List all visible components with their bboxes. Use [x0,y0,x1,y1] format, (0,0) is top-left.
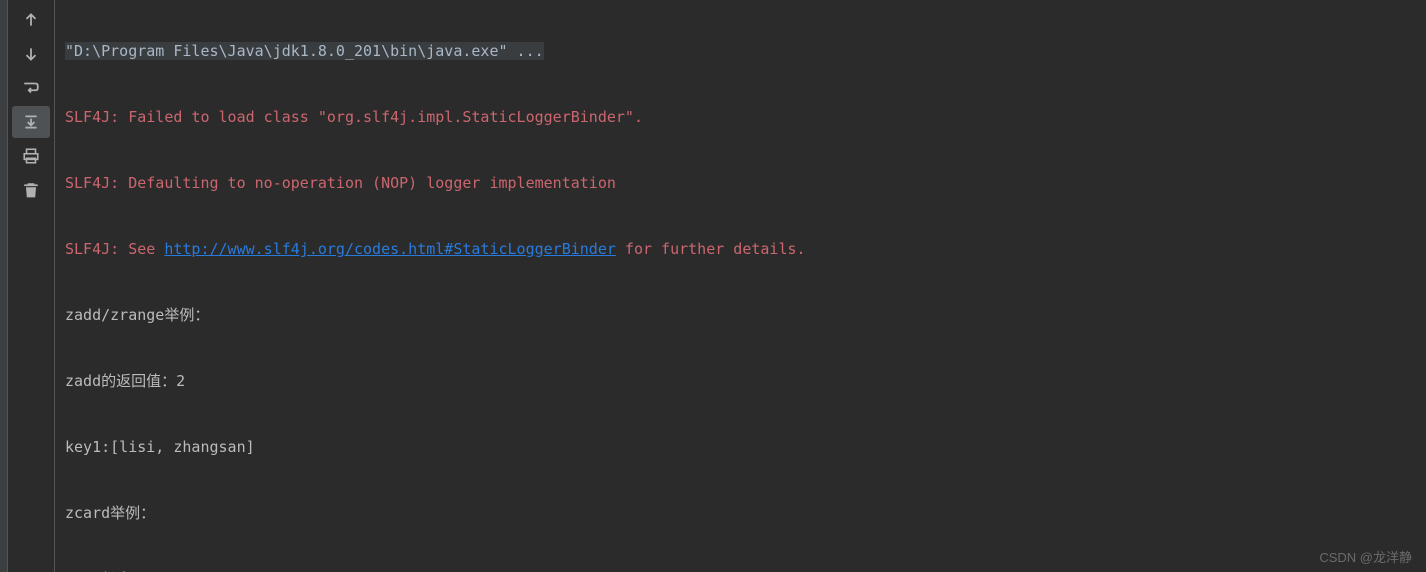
output-line: zadd/zrange举例： [65,299,1416,332]
output-line: zadd的返回值：2 [65,365,1416,398]
command-text: "D:\Program Files\Java\jdk1.8.0_201\bin\… [65,42,544,60]
output-line: key1:[lisi, zhangsan] [65,431,1416,464]
error-suffix: for further details. [616,240,806,258]
console-toolbar [8,0,54,572]
soft-wrap-icon [22,79,40,97]
slf4j-docs-link[interactable]: http://www.slf4j.org/codes.html#StaticLo… [164,240,616,258]
scroll-to-end-button[interactable] [12,106,50,138]
error-line-3: SLF4J: See http://www.slf4j.org/codes.ht… [65,233,1416,266]
soft-wrap-button[interactable] [12,72,50,104]
arrow-down-icon [22,45,40,63]
scroll-to-end-icon [22,113,40,131]
arrow-up-icon [22,11,40,29]
console-output[interactable]: "D:\Program Files\Java\jdk1.8.0_201\bin\… [55,0,1426,572]
print-icon [22,147,40,165]
left-gutter [0,0,8,572]
trash-icon [22,181,40,199]
down-button[interactable] [12,38,50,70]
clear-button[interactable] [12,174,50,206]
output-line: zcard举例： [65,497,1416,530]
up-button[interactable] [12,4,50,36]
print-button[interactable] [12,140,50,172]
watermark: CSDN @龙洋静 [1319,547,1412,566]
error-line-2: SLF4J: Defaulting to no-operation (NOP) … [65,167,1416,200]
output-line: key1长度：2 [65,563,1416,572]
error-prefix: SLF4J: See [65,240,164,258]
error-line-1: SLF4J: Failed to load class "org.slf4j.i… [65,101,1416,134]
command-line: "D:\Program Files\Java\jdk1.8.0_201\bin\… [65,35,1416,68]
